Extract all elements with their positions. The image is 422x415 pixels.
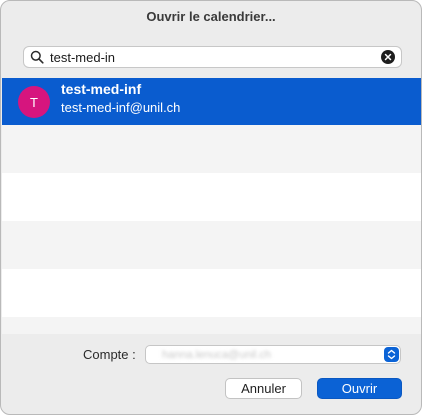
search-icon bbox=[30, 50, 44, 64]
empty-row bbox=[2, 317, 421, 334]
open-calendar-dialog: Ouvrir le calendrier... test-med-in T te… bbox=[0, 0, 422, 415]
empty-row bbox=[2, 125, 421, 173]
item-name: test-med-inf bbox=[61, 81, 142, 97]
search-input[interactable]: test-med-in bbox=[50, 50, 115, 65]
avatar: T bbox=[18, 86, 50, 118]
results-list: T test-med-inf test-med-inf@unil.ch bbox=[2, 78, 421, 334]
open-button[interactable]: Ouvrir bbox=[317, 378, 402, 399]
item-email: test-med-inf@unil.ch bbox=[61, 100, 181, 115]
clear-search-icon[interactable] bbox=[381, 50, 395, 64]
search-field[interactable]: test-med-in bbox=[23, 46, 402, 68]
empty-row bbox=[2, 221, 421, 269]
dialog-title: Ouvrir le calendrier... bbox=[146, 9, 276, 24]
account-value: hanna.lenuca@unil.ch bbox=[162, 349, 272, 361]
empty-row bbox=[2, 173, 421, 221]
cancel-button[interactable]: Annuler bbox=[225, 378, 302, 399]
account-label: Compte : bbox=[83, 347, 136, 362]
account-select[interactable]: hanna.lenuca@unil.ch bbox=[145, 345, 401, 364]
chevron-updown-icon[interactable] bbox=[384, 347, 399, 362]
list-item[interactable]: T test-med-inf test-med-inf@unil.ch bbox=[2, 78, 421, 125]
empty-row bbox=[2, 269, 421, 317]
